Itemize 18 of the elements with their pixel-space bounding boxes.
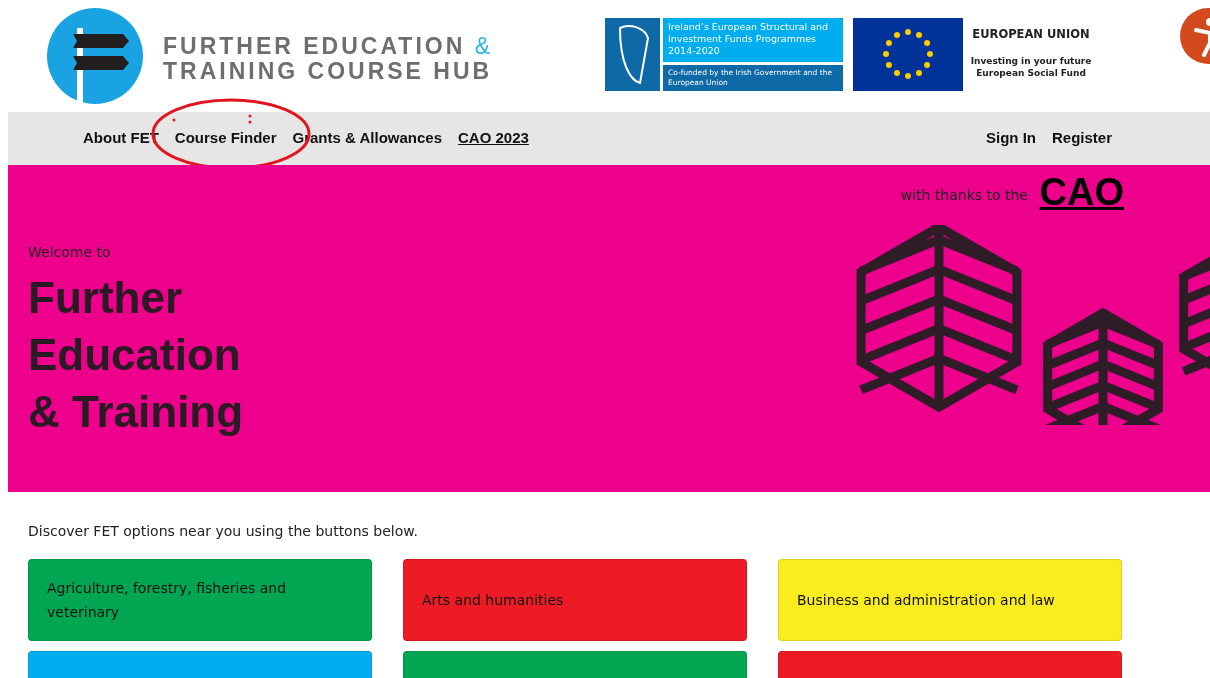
intro-text: Discover FET options near you using the buttons below. xyxy=(28,522,419,541)
cao-logo-link[interactable]: CAO xyxy=(1039,169,1124,215)
eu-fund-name: European Social Fund xyxy=(975,67,1087,80)
signpost-logo-icon xyxy=(47,8,143,104)
credit-text: with thanks to the xyxy=(900,186,1028,205)
nav-link[interactable]: Register xyxy=(1043,127,1120,150)
category-button[interactable]: Agriculture, forestry, fisheries and veterinary xyxy=(28,559,372,641)
funding-programme-text: Ireland’s European Structural and Investment Funds Programmes 2014-2020 xyxy=(663,18,843,62)
category-button[interactable]: Arts and humanities xyxy=(403,559,747,641)
welcome-text: Welcome to xyxy=(28,243,111,262)
eu-flag-icon xyxy=(853,18,963,91)
eu-slogan: Investing in your future xyxy=(969,55,1093,68)
category-button[interactable]: Business and administration and law xyxy=(778,559,1122,641)
eu-title: EUROPEAN UNION xyxy=(971,26,1091,43)
hero-title: Further Education & Training xyxy=(28,272,244,438)
nav-link[interactable]: Sign In xyxy=(977,127,1044,150)
site-logo-text[interactable]: FURTHER EDUCATION & TRAINING COURSE HUB xyxy=(163,34,493,84)
nav-link[interactable]: CAO 2023 xyxy=(450,127,537,150)
